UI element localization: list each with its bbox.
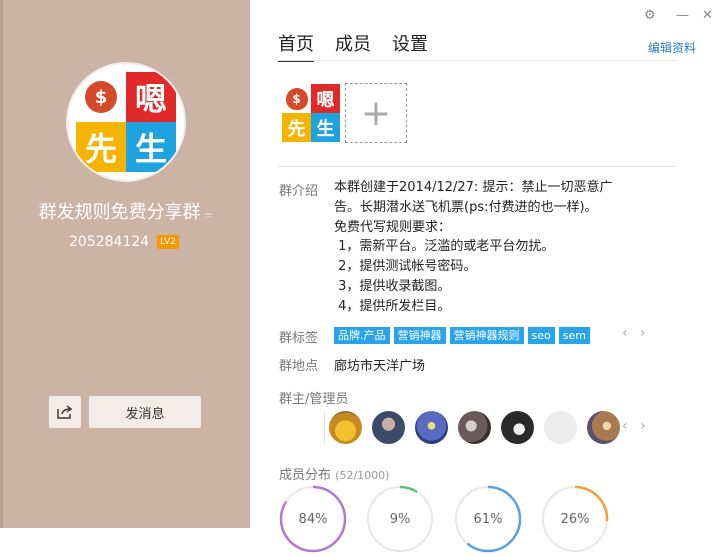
intro-line: 免费代写规则要求： (334, 219, 452, 235)
section-divider (278, 166, 676, 167)
edit-icon[interactable]: ⌯ (204, 207, 214, 221)
gauge-percent: 61% (473, 512, 503, 527)
group-name: 群发规则免费分享群 ⌯ (10, 198, 242, 224)
logo-char-sheng: 生 (311, 113, 340, 142)
intro-line: 1，需新平台。泛滥的或老平台勿扰。 (334, 239, 555, 255)
tab-home[interactable]: 首页 (278, 30, 314, 62)
member-count: (52/1000) (335, 469, 390, 482)
member-gauge: 26% (541, 485, 609, 557)
tag-item[interactable]: 品牌.产品 (334, 327, 390, 344)
logo-char-xian: 先 (282, 113, 311, 142)
group-name-text: 群发规则免费分享群 (38, 202, 201, 223)
send-message-button[interactable]: 发消息 (89, 396, 201, 428)
share-icon (57, 405, 73, 419)
panel-edge (0, 0, 3, 528)
admins-next-icon[interactable]: › (640, 418, 646, 434)
admin-avatar-1[interactable] (329, 411, 362, 444)
logo-char-xian: 先 (76, 122, 126, 172)
location-label: 群地点 (279, 359, 319, 374)
add-photo-button[interactable]: + (345, 83, 407, 143)
tags-prev-icon[interactable]: ‹ (622, 325, 628, 341)
member-gauge: 84% (279, 485, 347, 557)
logo-char-en: 嗯 (126, 72, 176, 122)
group-photo-thumbnail[interactable]: $ 嗯 先 生 (282, 84, 340, 142)
admin-avatar-7[interactable] (587, 411, 620, 444)
admin-avatar-4[interactable] (458, 411, 491, 444)
tag-item[interactable]: 营销神器规则 (449, 327, 524, 344)
admin-avatar-2[interactable] (372, 411, 405, 444)
intro-label: 群介绍 (279, 184, 319, 199)
tag-item[interactable]: sem (558, 327, 590, 344)
minimize-button[interactable]: — (676, 8, 689, 23)
edit-profile-link[interactable]: 编辑资料 (648, 39, 696, 56)
gauge-percent: 9% (389, 512, 411, 527)
gauge-percent: 26% (560, 512, 590, 527)
logo-char-sheng: 生 (126, 122, 176, 172)
tab-members[interactable]: 成员 (335, 30, 371, 62)
intro-line: 告。长期潜水送飞机票(ps:付费进的也一样)。 (334, 199, 598, 215)
money-bag-icon: $ (76, 72, 126, 122)
intro-line: 本群创建于2014/12/27: 提示：禁止一切恶意广 (334, 180, 613, 195)
admin-avatar-6[interactable] (544, 411, 577, 444)
money-bag-icon: $ (282, 84, 311, 113)
location-value: 廊坊市天洋广场 (334, 359, 426, 374)
intro-text: 本群创建于2014/12/27: 提示：禁止一切恶意广 告。长期潜水送飞机票(p… (334, 178, 664, 317)
level-badge: LV2 (157, 235, 179, 249)
admin-avatar-5[interactable] (501, 411, 534, 444)
gauge-percent: 84% (298, 512, 328, 527)
group-avatar[interactable]: $ 嗯 先 生 (66, 62, 186, 182)
close-button[interactable]: ✕ (702, 8, 713, 23)
group-profile-panel: $ 嗯 先 生 群发规则免费分享群 ⌯ 205284124 LV2 发消息 (0, 0, 250, 528)
tag-item[interactable]: seo (527, 327, 555, 344)
tags-label: 群标签 (279, 331, 319, 346)
admin-divider (324, 411, 325, 444)
group-logo: $ 嗯 先 生 (76, 72, 176, 172)
settings-icon[interactable]: ⚙ (644, 8, 656, 23)
tab-settings[interactable]: 设置 (392, 30, 428, 62)
member-distribution-label: 成员分布 (52/1000) (279, 464, 389, 483)
tag-list: 品牌.产品 营销神器 营销神器规则 seo sem (334, 327, 594, 344)
member-distribution-title: 成员分布 (279, 468, 332, 483)
member-gauge: 9% (366, 485, 434, 557)
intro-line: 3，提供收录截图。 (334, 278, 451, 294)
intro-line: 4，提供所发栏目。 (334, 298, 451, 314)
tab-divider (278, 60, 676, 61)
intro-line: 2，提供测试帐号密码。 (334, 259, 477, 275)
logo-char-en: 嗯 (311, 84, 340, 113)
share-button[interactable] (49, 396, 81, 428)
tab-bar: 首页 成员 设置 (278, 30, 449, 62)
admin-list (324, 411, 630, 444)
admins-prev-icon[interactable]: ‹ (622, 418, 628, 434)
admins-label: 群主/管理员 (279, 392, 349, 407)
group-id: 205284124 (69, 234, 150, 250)
tag-item[interactable]: 营销神器 (393, 327, 446, 344)
member-gauge: 61% (454, 485, 522, 557)
tags-next-icon[interactable]: › (640, 325, 646, 341)
admin-avatar-3[interactable] (415, 411, 448, 444)
